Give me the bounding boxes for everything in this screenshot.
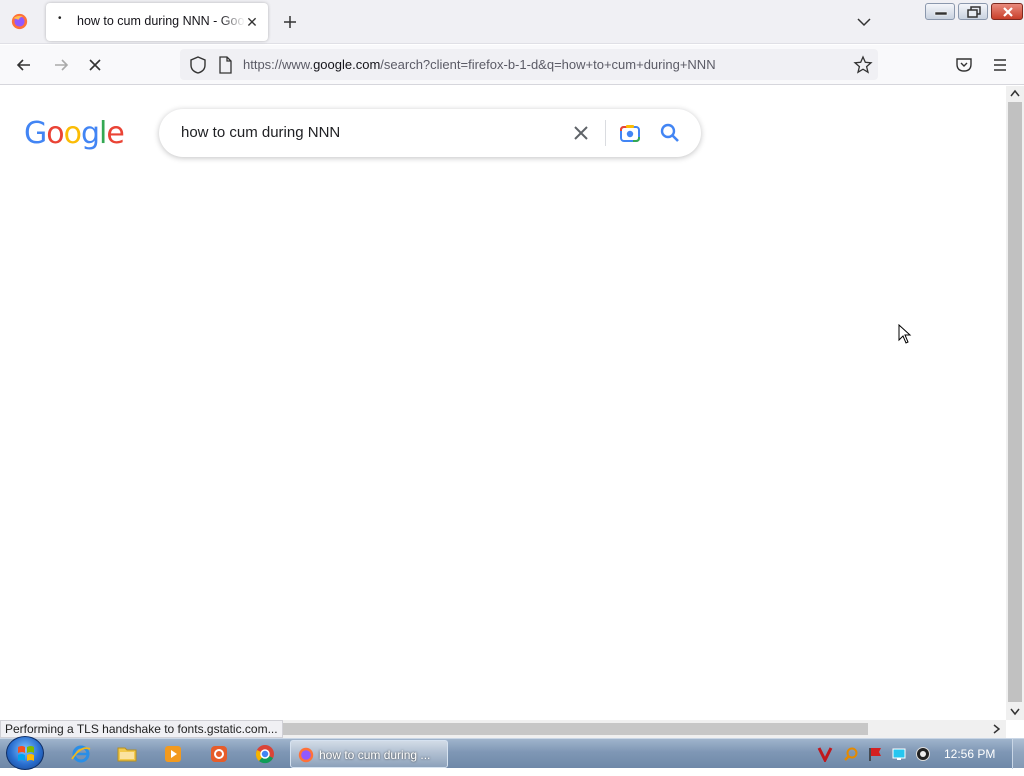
vertical-scrollbar[interactable] [1006, 86, 1024, 720]
scroll-up-icon[interactable] [1010, 89, 1020, 97]
search-input[interactable]: how to cum during NNN [181, 124, 340, 141]
chrome-icon[interactable] [253, 743, 277, 765]
flag-tray-icon[interactable] [867, 746, 883, 762]
search-divider [605, 120, 606, 146]
show-desktop-button[interactable] [1012, 739, 1024, 769]
stop-loading-icon[interactable] [84, 54, 106, 76]
system-clock[interactable]: 12:56 PM [944, 747, 995, 761]
tab-list-chevron-icon[interactable] [854, 12, 874, 32]
tab-close-icon[interactable]: ✕ [244, 12, 260, 32]
antivirus-tray-icon[interactable] [817, 746, 833, 762]
firefox-icon [298, 747, 314, 763]
firefox-icon[interactable] [11, 13, 28, 30]
file-explorer-icon[interactable] [115, 743, 139, 765]
app-icon[interactable] [207, 743, 231, 765]
google-lens-icon[interactable] [619, 122, 641, 144]
window-close-button[interactable] [991, 3, 1023, 20]
taskbar-firefox-task[interactable]: how to cum during ... [290, 740, 448, 768]
internet-explorer-icon[interactable] [69, 743, 93, 765]
page-info-icon[interactable] [214, 54, 236, 76]
horizontal-scroll-thumb[interactable] [278, 723, 868, 735]
page-content: Google how to cum during NNN [0, 86, 1006, 720]
scroll-right-icon[interactable] [992, 724, 1000, 734]
volume-tray-icon[interactable] [915, 746, 931, 762]
new-tab-icon[interactable] [280, 11, 300, 33]
close-icon[interactable] [571, 123, 591, 143]
url-bar[interactable]: https://www.google.com/search?client=fir… [180, 49, 878, 80]
taskbar-task-label: how to cum during ... [319, 748, 431, 762]
status-bar: Performing a TLS handshake to fonts.gsta… [0, 720, 283, 738]
mouse-cursor-icon [898, 324, 912, 344]
network-tray-icon[interactable] [891, 746, 907, 762]
google-logo[interactable]: Google [24, 116, 125, 151]
bookmark-star-icon[interactable] [852, 54, 874, 76]
shield-icon[interactable] [187, 54, 209, 76]
search-box[interactable]: how to cum during NNN [159, 109, 701, 157]
window-minimize-button[interactable] [925, 3, 955, 20]
tab-strip: • how to cum during NNN - Google Search … [0, 0, 1024, 44]
url-text[interactable]: https://www.google.com/search?client=fir… [243, 57, 716, 72]
hamburger-menu-icon[interactable] [989, 54, 1011, 76]
browser-tab[interactable]: • how to cum during NNN - Google Search … [46, 3, 268, 41]
taskbar: how to cum during ... 12:56 PM [0, 736, 1024, 770]
start-button[interactable] [6, 736, 44, 770]
pocket-icon[interactable] [953, 54, 975, 76]
window-restore-button[interactable] [958, 3, 988, 20]
search-icon[interactable] [659, 122, 681, 144]
tab-title: how to cum during NNN - Google Search [77, 14, 245, 28]
search-tray-icon[interactable] [843, 746, 859, 762]
windows-start-icon [18, 746, 34, 761]
forward-arrow-icon [55, 59, 69, 71]
tab-loading-indicator: • [58, 13, 62, 24]
media-player-icon[interactable] [161, 743, 185, 765]
scroll-down-icon[interactable] [1010, 708, 1020, 716]
navigation-toolbar: https://www.google.com/search?client=fir… [0, 45, 1024, 85]
back-arrow-icon[interactable] [13, 54, 35, 76]
vertical-scroll-thumb[interactable] [1008, 102, 1022, 702]
